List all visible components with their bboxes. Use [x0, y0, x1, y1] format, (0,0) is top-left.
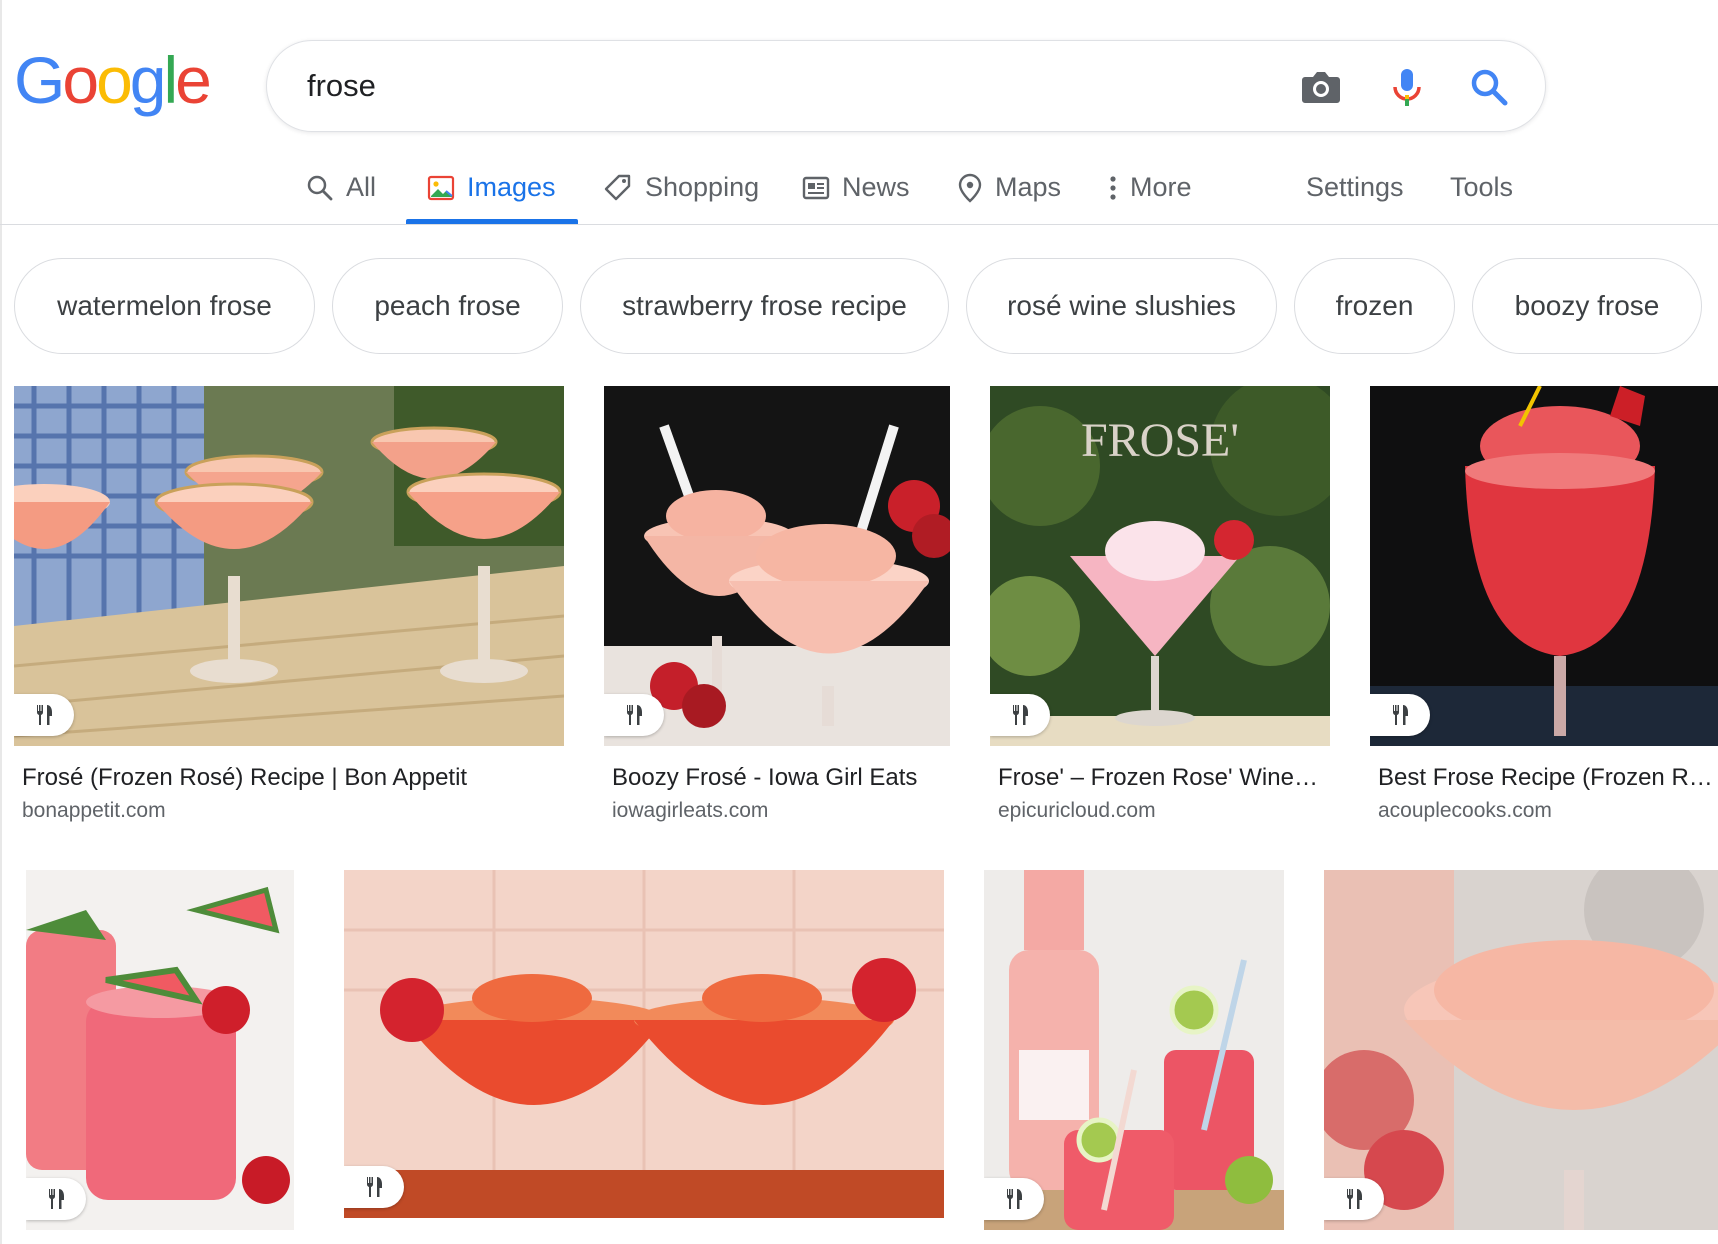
chip-watermelon-frose[interactable]: watermelon frose — [14, 258, 315, 354]
boozy-frose-glasses-image — [604, 386, 950, 746]
tab-all[interactable]: All — [306, 150, 376, 225]
google-images-page: G o o g l e frose All Images Shopping Ne… — [0, 0, 1718, 1244]
logo-letter-g2: g — [129, 43, 167, 117]
search-input[interactable] — [307, 63, 1207, 109]
fork-knife-icon — [48, 1189, 64, 1209]
search-submit-icon[interactable] — [1465, 63, 1513, 111]
recipe-badge — [344, 1166, 404, 1208]
logo-letter-l: l — [163, 43, 179, 117]
chip-rose-wine-slushies[interactable]: rosé wine slushies — [966, 258, 1277, 354]
logo-letter-o1: o — [62, 43, 99, 117]
recipe-badge — [14, 694, 74, 736]
recipe-badge — [1370, 694, 1430, 736]
result-domain-4[interactable]: acouplecooks.com — [1378, 799, 1552, 823]
chip-label: watermelon frose — [57, 290, 272, 321]
result-image-3[interactable]: FROSE' — [990, 386, 1330, 746]
newspaper-icon — [802, 176, 830, 199]
search-box — [266, 40, 1546, 132]
fork-knife-icon — [1012, 705, 1028, 725]
result-title-2[interactable]: Boozy Frosé - Iowa Girl Eats — [612, 764, 942, 792]
result-title-1[interactable]: Frosé (Frozen Rosé) Recipe | Bon Appetit — [22, 764, 552, 792]
camera-icon[interactable] — [1297, 63, 1345, 111]
result-image-8[interactable] — [1324, 870, 1718, 1230]
tab-tools[interactable]: Tools — [1450, 150, 1513, 225]
search-tabs: All Images Shopping News Maps More Setti… — [0, 150, 1718, 225]
fork-knife-icon — [1006, 1189, 1022, 1209]
frose-bottle-and-glasses-image — [984, 870, 1284, 1230]
tab-images[interactable]: Images — [427, 150, 556, 225]
logo-letter-g1: G — [14, 43, 65, 117]
result-image-7[interactable] — [984, 870, 1284, 1230]
tab-news[interactable]: News — [802, 150, 910, 225]
tab-news-label: News — [842, 172, 910, 202]
vertical-dots-icon — [1110, 175, 1116, 200]
logo-letter-o2: o — [96, 43, 133, 117]
image-overlay-text: FROSE' — [1081, 414, 1239, 467]
tag-icon — [604, 174, 631, 200]
result-image-2[interactable] — [604, 386, 950, 746]
chip-label: frozen — [1335, 290, 1414, 321]
image-icon — [427, 175, 455, 200]
recipe-badge — [1324, 1178, 1384, 1220]
red-frose-wine-glass-image — [1370, 386, 1718, 746]
chip-label: peach frose — [374, 290, 521, 321]
chip-label: boozy frose — [1514, 290, 1660, 321]
fork-knife-icon — [1346, 1189, 1362, 1209]
chip-strawberry-frose-recipe[interactable]: strawberry frose recipe — [580, 258, 949, 354]
tab-shopping[interactable]: Shopping — [603, 150, 759, 225]
frose-coupe-closeup-image — [1324, 870, 1718, 1230]
chip-peach-frose[interactable]: peach frose — [332, 258, 563, 354]
recipe-badge — [984, 1178, 1044, 1220]
result-domain-2[interactable]: iowagirleats.com — [612, 799, 768, 823]
result-domain-3[interactable]: epicuricloud.com — [998, 799, 1156, 823]
chip-label: rosé wine slushies — [1007, 290, 1236, 321]
fork-knife-icon — [1392, 705, 1408, 725]
recipe-badge — [990, 694, 1050, 736]
tab-maps-label: Maps — [995, 172, 1062, 202]
tab-shopping-label: Shopping — [645, 172, 760, 202]
result-title-3[interactable]: Frose' – Frozen Rose' Wine ... — [998, 764, 1318, 792]
map-pin-icon — [958, 173, 982, 203]
result-image-6[interactable] — [344, 870, 944, 1218]
frose-martini-glass-image: FROSE' — [990, 386, 1330, 746]
chip-boozy-frose[interactable]: boozy frose — [1472, 258, 1702, 354]
search-icon — [307, 175, 333, 200]
tab-settings-label: Settings — [1306, 172, 1404, 202]
logo-letter-e: e — [175, 43, 212, 117]
google-logo[interactable]: G o o g l e — [14, 43, 212, 117]
strawberry-frose-coupes-image — [344, 870, 944, 1218]
tab-settings[interactable]: Settings — [1306, 150, 1404, 225]
frose-glasses-on-tray-image — [14, 386, 564, 746]
header-divider — [0, 224, 1718, 225]
recipe-badge — [26, 1178, 86, 1220]
fork-knife-icon — [36, 705, 52, 725]
chip-label: strawberry frose recipe — [622, 290, 907, 321]
fork-knife-icon — [366, 1177, 382, 1197]
watermelon-frose-image — [26, 870, 294, 1230]
result-image-4[interactable] — [1370, 386, 1718, 746]
result-image-5[interactable] — [26, 870, 294, 1230]
fork-knife-icon — [626, 705, 642, 725]
tab-more-label: More — [1130, 172, 1192, 202]
result-title-4[interactable]: Best Frose Recipe (Frozen Ros... — [1378, 764, 1718, 792]
tab-images-label: Images — [467, 172, 556, 202]
tab-all-label: All — [346, 172, 377, 202]
chip-frozen[interactable]: frozen — [1294, 258, 1455, 354]
recipe-badge — [604, 694, 664, 736]
microphone-icon[interactable] — [1383, 63, 1431, 111]
tab-maps[interactable]: Maps — [957, 150, 1061, 225]
tab-more[interactable]: More — [1108, 150, 1192, 225]
result-image-1[interactable] — [14, 386, 564, 746]
tab-tools-label: Tools — [1450, 172, 1514, 202]
result-domain-1[interactable]: bonappetit.com — [22, 799, 166, 823]
